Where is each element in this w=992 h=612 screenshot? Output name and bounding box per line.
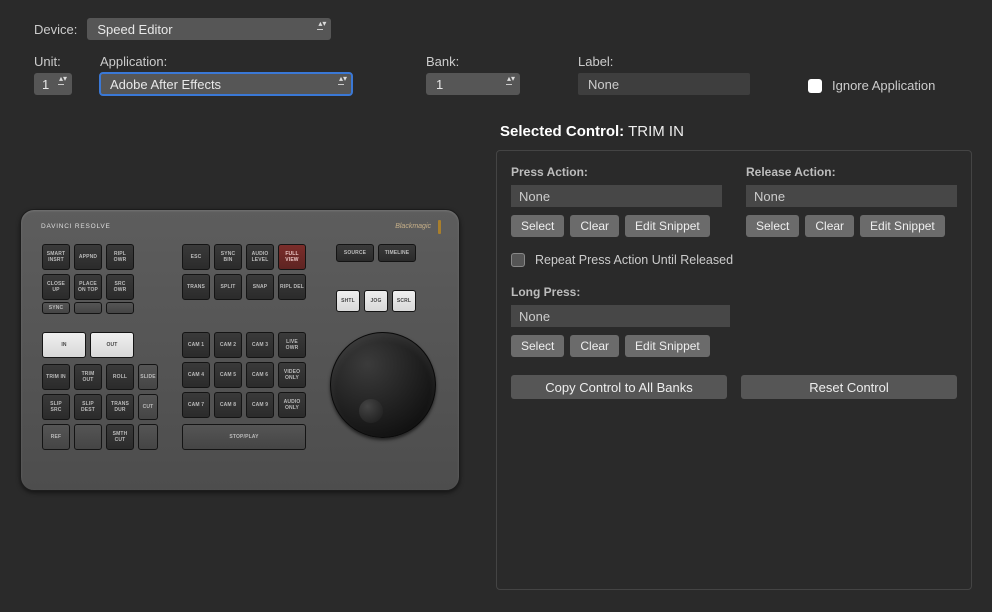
release-clear-button[interactable]: Clear	[805, 215, 854, 237]
control-panel: Press Action: None Select Clear Edit Sni…	[496, 150, 972, 590]
device-select[interactable]: Speed Editor ▴▾	[87, 18, 331, 40]
key-smth-cut[interactable]: SMTH CUT	[106, 424, 134, 450]
key-source[interactable]: SOURCE	[336, 244, 374, 262]
unit-select[interactable]: 1 ▴▾	[34, 73, 72, 95]
press-select-button[interactable]: Select	[511, 215, 564, 237]
key-cam8[interactable]: CAM 8	[214, 392, 242, 418]
release-edit-snippet-button[interactable]: Edit Snippet	[860, 215, 945, 237]
key-in[interactable]: IN	[42, 332, 86, 358]
press-action-label: Press Action:	[511, 165, 722, 179]
long-edit-snippet-button[interactable]: Edit Snippet	[625, 335, 710, 357]
brand-text: DAVINCI RESOLVE	[41, 223, 111, 230]
release-action-value[interactable]: None	[746, 185, 957, 207]
key-jog[interactable]: JOG	[364, 290, 388, 312]
key-cam5[interactable]: CAM 5	[214, 362, 242, 388]
key-audio-only[interactable]: AUDIO ONLY	[278, 392, 306, 418]
key-shtl[interactable]: SHTL	[336, 290, 360, 312]
label-value: None	[588, 77, 619, 92]
key-esc[interactable]: ESC	[182, 244, 210, 270]
label-input[interactable]: None	[578, 73, 750, 95]
key-slip-dest[interactable]: SLIP DEST	[74, 394, 102, 420]
key-out[interactable]: OUT	[90, 332, 134, 358]
key-roll[interactable]: ROLL	[106, 364, 134, 390]
key-smart-insert[interactable]: SMART INSRT	[42, 244, 70, 270]
press-clear-button[interactable]: Clear	[570, 215, 619, 237]
key-snap[interactable]: SNAP	[246, 274, 274, 300]
updown-icon: ▴▾	[59, 75, 67, 83]
key-video-only[interactable]: VIDEO ONLY	[278, 362, 306, 388]
key-cam6[interactable]: CAM 6	[246, 362, 274, 388]
key-place-on-top[interactable]: PLACE ON TOP	[74, 274, 102, 300]
long-select-button[interactable]: Select	[511, 335, 564, 357]
key-sync-bin[interactable]: SYNC BIN	[214, 244, 242, 270]
key-src-overwrite[interactable]: SRC OWR	[106, 274, 134, 300]
long-press-value[interactable]: None	[511, 305, 730, 327]
bank-value: 1	[436, 77, 443, 92]
long-press-label: Long Press:	[511, 285, 730, 299]
copy-control-button[interactable]: Copy Control to All Banks	[511, 375, 727, 399]
press-edit-snippet-button[interactable]: Edit Snippet	[625, 215, 710, 237]
key-ref[interactable]: REF	[42, 424, 70, 450]
device-label: Device:	[34, 22, 77, 37]
release-action-label: Release Action:	[746, 165, 957, 179]
updown-icon: ▴▾	[507, 75, 515, 83]
unit-value: 1	[42, 77, 49, 92]
key-blank2[interactable]	[106, 302, 134, 314]
ignore-application-checkbox[interactable]	[808, 79, 822, 93]
application-value: Adobe After Effects	[110, 77, 221, 92]
reset-control-button[interactable]: Reset Control	[741, 375, 957, 399]
key-trans-dur[interactable]: TRANS DUR	[106, 394, 134, 420]
key-cam9[interactable]: CAM 9	[246, 392, 274, 418]
key-blank3[interactable]	[74, 424, 102, 450]
application-label: Application:	[100, 54, 352, 69]
key-trim-in[interactable]: TRIM IN	[42, 364, 70, 390]
long-clear-button[interactable]: Clear	[570, 335, 619, 357]
key-slide[interactable]: SLIDE	[138, 364, 158, 390]
key-scrl[interactable]: SCRL	[392, 290, 416, 312]
indicator-light-icon	[438, 220, 441, 234]
key-cam2[interactable]: CAM 2	[214, 332, 242, 358]
selected-control-name: TRIM IN	[628, 123, 684, 140]
repeat-checkbox[interactable]	[511, 253, 525, 267]
key-cam1[interactable]: CAM 1	[182, 332, 210, 358]
key-trans[interactable]: TRANS	[182, 274, 210, 300]
key-cam4[interactable]: CAM 4	[182, 362, 210, 388]
key-timeline[interactable]: TIMELINE	[378, 244, 416, 262]
updown-icon: ▴▾	[339, 75, 347, 83]
press-action-value[interactable]: None	[511, 185, 722, 207]
selected-control-prefix: Selected Control:	[500, 123, 624, 140]
key-full-view[interactable]: FULL VIEW	[278, 244, 306, 270]
key-stop-play[interactable]: STOP/PLAY	[182, 424, 306, 450]
key-closeup[interactable]: CLOSE UP	[42, 274, 70, 300]
key-blank4[interactable]	[138, 424, 158, 450]
bank-label: Bank:	[426, 54, 520, 69]
repeat-label: Repeat Press Action Until Released	[535, 253, 733, 267]
key-live-owr[interactable]: LIVE OWR	[278, 332, 306, 358]
speed-editor-device: DAVINCI RESOLVE Blackmagic SMART INSRT A…	[20, 209, 460, 491]
ignore-application-label: Ignore Application	[832, 78, 935, 93]
label-label: Label:	[578, 54, 750, 69]
key-append[interactable]: APPND	[74, 244, 102, 270]
unit-label: Unit:	[34, 54, 72, 69]
bank-select[interactable]: 1 ▴▾	[426, 73, 520, 95]
key-sync[interactable]: SYNC	[42, 302, 70, 314]
key-cut[interactable]: CUT	[138, 394, 158, 420]
application-select[interactable]: Adobe After Effects ▴▾	[100, 73, 352, 95]
key-slip-src[interactable]: SLIP SRC	[42, 394, 70, 420]
key-blank1[interactable]	[74, 302, 102, 314]
key-trim-out[interactable]: TRIM OUT	[74, 364, 102, 390]
key-split[interactable]: SPLIT	[214, 274, 242, 300]
key-ripl-del[interactable]: RIPL DEL	[278, 274, 306, 300]
jog-wheel[interactable]	[330, 332, 436, 438]
selected-control-title: Selected Control: TRIM IN	[500, 123, 972, 140]
brand2-text: Blackmagic	[395, 223, 431, 230]
device-value: Speed Editor	[97, 22, 172, 37]
key-audio-level[interactable]: AUDIO LEVEL	[246, 244, 274, 270]
key-cam3[interactable]: CAM 3	[246, 332, 274, 358]
updown-icon: ▴▾	[318, 20, 326, 28]
release-select-button[interactable]: Select	[746, 215, 799, 237]
key-ripple-overwrite[interactable]: RIPL OWR	[106, 244, 134, 270]
key-cam7[interactable]: CAM 7	[182, 392, 210, 418]
